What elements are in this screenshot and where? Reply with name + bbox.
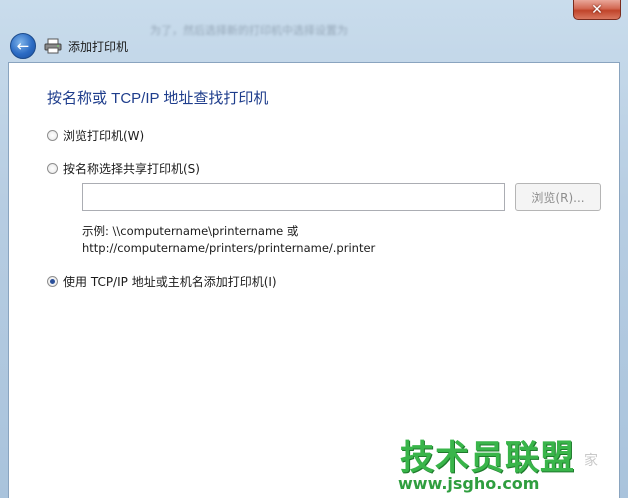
radio-label: 使用 TCP/IP 地址或主机名添加打印机(I) bbox=[63, 275, 277, 289]
radio-browse-printer[interactable]: 浏览打印机(W) bbox=[47, 127, 144, 144]
shared-printer-name-input[interactable] bbox=[82, 183, 505, 211]
radio-label: 按名称选择共享打印机(S) bbox=[63, 162, 200, 176]
wizard-title: 添加打印机 bbox=[68, 39, 129, 54]
example-line-1: 示例: \\computername\printername 或 bbox=[82, 224, 299, 238]
radio-button-selected[interactable] bbox=[47, 276, 58, 287]
radio-tcpip-hostname[interactable]: 使用 TCP/IP 地址或主机名添加打印机(I) bbox=[47, 273, 277, 290]
window-frame: 为了，然后选择新的打印机中选择设置为 ✕ ← 添加打印机 按名称或 TCP/IP… bbox=[0, 0, 628, 498]
browse-button[interactable]: 浏览(R)... bbox=[515, 183, 601, 211]
page-title: 按名称或 TCP/IP 地址查找打印机 bbox=[47, 90, 269, 107]
close-icon: ✕ bbox=[591, 1, 603, 18]
radio-button[interactable] bbox=[47, 163, 58, 174]
radio-shared-printer-by-name[interactable]: 按名称选择共享打印机(S) bbox=[47, 160, 200, 177]
back-arrow-icon: ← bbox=[16, 37, 30, 55]
example-text: 示例: \\computername\printername 或 http://… bbox=[82, 223, 375, 257]
radio-label: 浏览打印机(W) bbox=[63, 129, 145, 143]
watermark-url: www.jsgho.com bbox=[398, 474, 540, 493]
wizard-header: ← 添加打印机 bbox=[8, 30, 620, 62]
close-button[interactable]: ✕ bbox=[573, 0, 621, 20]
printer-icon bbox=[44, 38, 62, 54]
example-line-2: http://computername/printers/printername… bbox=[82, 241, 376, 255]
back-button[interactable]: ← bbox=[10, 33, 36, 59]
site-watermark: 技术员联盟 www.jsgho.com 家 bbox=[392, 428, 628, 498]
watermark-side-text: 家 bbox=[584, 453, 598, 469]
radio-button[interactable] bbox=[47, 130, 58, 141]
watermark-logo-text: 技术员联盟 bbox=[400, 438, 575, 478]
